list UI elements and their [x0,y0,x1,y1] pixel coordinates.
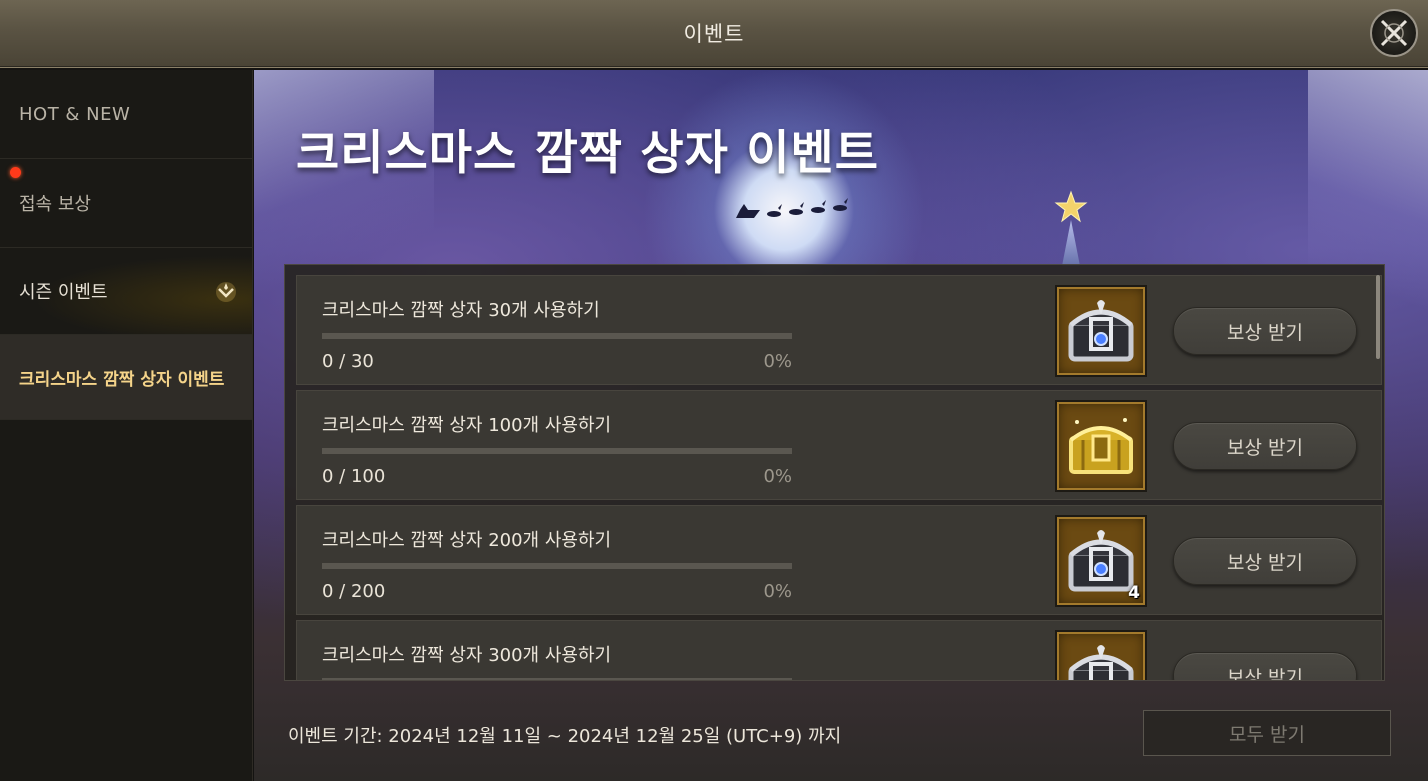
progress-count: 0 / 30 [322,351,374,372]
window-header: 이벤트 [0,0,1428,68]
window-title: 이벤트 [683,22,745,46]
sidebar-item-season-event[interactable]: 시즌 이벤트 [0,248,252,335]
silver-chest-icon [1068,300,1134,362]
reward-item-slot[interactable] [1055,400,1147,492]
progress-bar [322,563,792,569]
progress-count: 0 / 100 [322,466,386,487]
event-content: 크리스마스 깜짝 상자 이벤트 크리스마스 깜짝 상자 30개 사용하기 0 /… [254,70,1428,781]
star-icon [1054,190,1088,223]
mission-title: 크리스마스 깜짝 상자 100개 사용하기 [322,415,612,436]
sidebar-item-christmas-box-event[interactable]: 크리스마스 깜짝 상자 이벤트 [0,335,252,420]
progress-bar [322,678,792,680]
chevron-down-icon [216,282,236,302]
progress-count: 0 / 200 [322,581,386,602]
mission-row: 크리스마스 깜짝 상자 30개 사용하기 0 / 30 0% 보상 받기 [296,275,1382,385]
sidebar-item-login-reward[interactable]: 접속 보상 [0,159,252,248]
claim-reward-button[interactable]: 보상 받기 [1173,422,1357,470]
close-x-icon [1380,19,1408,47]
reward-item-slot[interactable]: 4 [1055,515,1147,607]
sidebar-item-label: 크리스마스 깜짝 상자 이벤트 [19,369,225,390]
notification-dot [10,167,21,178]
claim-reward-button[interactable]: 보상 받기 [1173,652,1357,680]
scrollbar-thumb[interactable] [1376,275,1380,359]
sidebar-item-label: HOT & NEW [19,103,131,125]
event-title: 크리스마스 깜짝 상자 이벤트 [296,126,879,181]
silver-chest-icon [1068,645,1134,680]
mission-title: 크리스마스 깜짝 상자 300개 사용하기 [322,645,612,666]
reward-item-slot[interactable] [1055,285,1147,377]
mission-row: 크리스마스 깜짝 상자 100개 사용하기 0 / 100 0% 보상 받기 [296,390,1382,500]
progress-percent: 0% [763,581,792,602]
close-button[interactable] [1370,9,1418,57]
progress-percent: 0% [763,466,792,487]
tree-decoration [1062,220,1080,266]
reward-quantity: 4 [1128,583,1140,603]
mission-title: 크리스마스 깜짝 상자 30개 사용하기 [322,300,600,321]
sidebar-item-label: 시즌 이벤트 [19,282,108,303]
sleigh-icon [736,198,848,218]
mission-row: 크리스마스 깜짝 상자 200개 사용하기 0 / 200 0% 4 보상 받기 [296,505,1382,615]
claim-reward-button[interactable]: 보상 받기 [1173,307,1357,355]
claim-all-button[interactable]: 모두 받기 [1143,710,1391,756]
sidebar-item-label: 접속 보상 [19,194,91,215]
reward-item-slot[interactable] [1055,630,1147,680]
mission-title: 크리스마스 깜짝 상자 200개 사용하기 [322,530,612,551]
progress-bar [322,333,792,339]
mission-row: 크리스마스 깜짝 상자 300개 사용하기 보상 받기 [296,620,1382,680]
claim-reward-button[interactable]: 보상 받기 [1173,537,1357,585]
gold-chest-icon [1069,418,1133,474]
progress-percent: 0% [763,351,792,372]
event-period: 이벤트 기간: 2024년 12월 11일 ~ 2024년 12월 25일 (U… [288,726,842,747]
mission-list[interactable]: 크리스마스 깜짝 상자 30개 사용하기 0 / 30 0% 보상 받기 크리스… [284,264,1385,681]
sidebar: HOT & NEW 접속 보상 시즌 이벤트 크리스마스 깜짝 상자 이벤트 [0,70,253,781]
progress-bar [322,448,792,454]
sidebar-item-hot-new[interactable]: HOT & NEW [0,70,252,159]
